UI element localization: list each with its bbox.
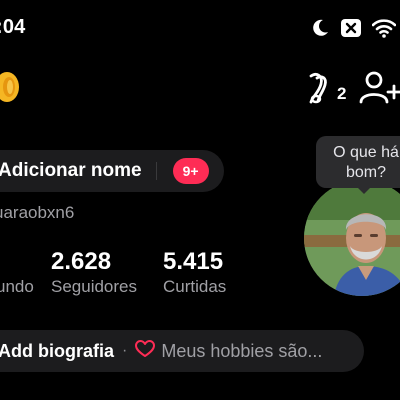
heart-icon — [135, 339, 156, 363]
bio-separator: · — [122, 342, 128, 359]
status-icons — [310, 18, 396, 38]
likes-count[interactable]: 5.415 — [163, 248, 223, 276]
add-name-label: Adicionar nome — [0, 160, 142, 181]
coin-icon[interactable] — [0, 70, 22, 104]
wifi-icon — [372, 18, 396, 38]
add-bio-pill[interactable]: Add biografia · Meus hobbies são... — [0, 330, 364, 372]
avatar[interactable] — [304, 180, 400, 296]
pill-divider — [155, 162, 157, 180]
profile-screen: :04 — [0, 0, 400, 400]
likes-label[interactable]: Curtidas — [163, 277, 226, 297]
following-label[interactable]: undo — [0, 277, 34, 297]
avatar-tooltip-line2: bom? — [345, 164, 387, 181]
avatar-tooltip-tail — [356, 186, 372, 194]
add-bio-label: Add biografia — [0, 340, 114, 361]
hobbies-prompt: Meus hobbies são... — [161, 340, 323, 361]
followers-label[interactable]: Seguidores — [51, 277, 137, 297]
add-user-icon[interactable] — [359, 70, 400, 106]
friends-icon[interactable]: 2 — [307, 70, 351, 106]
add-name-pill[interactable]: Adicionar nome 9+ — [0, 150, 224, 192]
moon-icon — [310, 18, 330, 38]
avatar-tooltip-line1: O que há — [333, 144, 399, 161]
friends-count: 2 — [337, 84, 347, 103]
notification-badge[interactable]: 9+ — [172, 158, 209, 184]
username[interactable]: uaraobxn6 — [0, 203, 74, 223]
avatar-tooltip: O que há bom? — [316, 136, 400, 188]
followers-count[interactable]: 2.628 — [51, 248, 111, 276]
status-time: :04 — [0, 16, 26, 38]
notification-blocked-icon — [340, 18, 362, 38]
